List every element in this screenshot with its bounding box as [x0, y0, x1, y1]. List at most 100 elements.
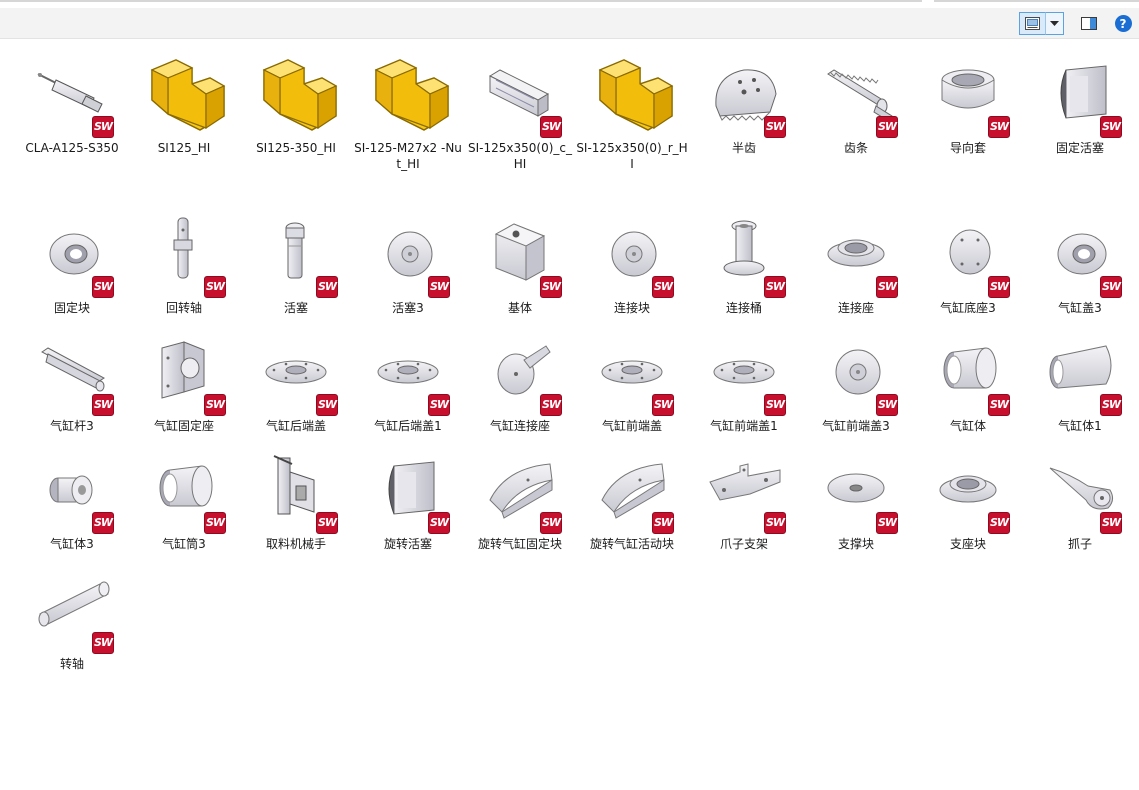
file-name-label: 气缸筒3 — [162, 537, 206, 551]
chevron-down-icon — [1050, 20, 1059, 26]
solidworks-badge-icon: SW — [316, 276, 338, 298]
file-thumbnail — [140, 50, 228, 138]
file-name-label: 气缸前端盖 — [601, 419, 662, 433]
solidworks-badge-icon: SW — [204, 512, 226, 534]
file-thumbnail: SW — [476, 50, 564, 138]
solidworks-badge-icon: SW — [876, 394, 898, 416]
file-item[interactable]: SW 气缸盖3 — [1024, 210, 1136, 328]
file-item[interactable]: SW 基体 — [464, 210, 576, 328]
help-icon: ? — [1114, 15, 1132, 32]
help-button[interactable]: ? — [1111, 12, 1135, 35]
file-item[interactable]: SW CLA-A125-S350 — [16, 50, 128, 168]
file-name-label: CLA-A125-S350 — [25, 141, 119, 155]
file-item[interactable]: SW 气缸体1 — [1024, 328, 1136, 446]
file-item[interactable]: SW 气缸体 — [912, 328, 1024, 446]
solidworks-badge-icon: SW — [540, 276, 562, 298]
file-item[interactable]: SW 气缸前端盖1 — [688, 328, 800, 446]
file-list-pane[interactable]: SW CLA-A125-S350 SI125_HI SI125-350_HI SI… — [0, 40, 1139, 790]
window-top-edge — [0, 0, 1139, 8]
file-name-label: 基体 — [507, 301, 532, 315]
file-item[interactable]: SW 齿条 — [800, 50, 912, 168]
file-name-label: 气缸体 — [949, 419, 986, 433]
yellow-part-icon — [374, 59, 450, 131]
change-view-button[interactable] — [1019, 12, 1046, 35]
file-item[interactable]: SW 旋转气缸固定块 — [464, 446, 576, 564]
file-thumbnail: SW — [476, 210, 564, 298]
file-name-label: 固定块 — [53, 301, 90, 315]
file-item[interactable]: SI-125x350(0)_r_HI — [576, 50, 688, 171]
file-item[interactable]: SI-125-M27x2 -Nut_HI — [352, 50, 464, 171]
file-thumbnail: SW — [1036, 210, 1124, 298]
file-thumbnail: SW — [924, 328, 1012, 416]
file-item[interactable]: SW 活塞 — [240, 210, 352, 328]
solidworks-badge-icon: SW — [92, 116, 114, 138]
file-item[interactable]: SW 回转轴 — [128, 210, 240, 328]
file-name-label: 活塞3 — [392, 301, 424, 315]
file-thumbnail: SW — [1036, 50, 1124, 138]
file-name-label: 气缸杆3 — [50, 419, 94, 433]
file-thumbnail: SW — [1036, 328, 1124, 416]
file-item[interactable]: SW 取料机械手 — [240, 446, 352, 564]
file-item[interactable]: SW 气缸固定座 — [128, 328, 240, 446]
solidworks-badge-icon: SW — [92, 276, 114, 298]
file-item[interactable]: SI125_HI — [128, 50, 240, 168]
file-thumbnail: SW — [924, 210, 1012, 298]
file-item[interactable]: SW 气缸体3 — [16, 446, 128, 564]
file-item[interactable]: SW 气缸前端盖 — [576, 328, 688, 446]
file-name-label: 气缸后端盖 — [265, 419, 326, 433]
file-name-label: 旋转活塞 — [383, 537, 432, 551]
file-item[interactable]: SW 气缸后端盖 — [240, 328, 352, 446]
solidworks-badge-icon: SW — [988, 116, 1010, 138]
file-item[interactable]: SW 气缸后端盖1 — [352, 328, 464, 446]
file-thumbnail: SW — [476, 446, 564, 534]
solidworks-badge-icon: SW — [316, 394, 338, 416]
file-item[interactable]: SW 气缸底座3 — [912, 210, 1024, 328]
file-item[interactable]: SW 气缸连接座 — [464, 328, 576, 446]
solidworks-badge-icon: SW — [876, 116, 898, 138]
file-item[interactable]: SW 气缸前端盖3 — [800, 328, 912, 446]
file-item[interactable]: SW 转轴 — [16, 566, 128, 684]
file-name-label: 半齿 — [731, 141, 756, 155]
yellow-part-icon — [150, 59, 226, 131]
file-item[interactable]: SW 气缸杆3 — [16, 328, 128, 446]
file-item[interactable]: SW 旋转活塞 — [352, 446, 464, 564]
file-thumbnail: SW — [924, 50, 1012, 138]
file-item[interactable]: SW 连接桶 — [688, 210, 800, 328]
file-name-label: 连接座 — [837, 301, 874, 315]
file-item[interactable]: SW 活塞3 — [352, 210, 464, 328]
preview-pane-button[interactable] — [1076, 12, 1102, 35]
file-name-label: SI125_HI — [157, 141, 211, 155]
file-thumbnail: SW — [140, 328, 228, 416]
file-item[interactable]: SW 抓子 — [1024, 446, 1136, 564]
file-name-label: 取料机械手 — [265, 537, 326, 551]
file-name-label: 连接块 — [613, 301, 650, 315]
file-name-label: 导向套 — [949, 141, 986, 155]
view-options-dropdown[interactable] — [1045, 12, 1064, 35]
file-item[interactable]: SW 半齿 — [688, 50, 800, 168]
file-item[interactable]: SW 支座块 — [912, 446, 1024, 564]
solidworks-badge-icon: SW — [764, 276, 786, 298]
file-item[interactable]: SW SI-125x350(0)_c_HI — [464, 50, 576, 171]
file-item[interactable]: SW 连接块 — [576, 210, 688, 328]
file-thumbnail: SW — [252, 210, 340, 298]
file-name-label: 连接桶 — [725, 301, 762, 315]
file-item[interactable]: SW 导向套 — [912, 50, 1024, 168]
file-item[interactable]: SW 旋转气缸活动块 — [576, 446, 688, 564]
solidworks-badge-icon: SW — [652, 276, 674, 298]
solidworks-badge-icon: SW — [428, 512, 450, 534]
file-name-label: 齿条 — [843, 141, 868, 155]
divider — [0, 0, 922, 2]
solidworks-badge-icon: SW — [1100, 394, 1122, 416]
file-item[interactable]: SW 气缸筒3 — [128, 446, 240, 564]
file-thumbnail: SW — [364, 328, 452, 416]
file-thumbnail: SW — [28, 328, 116, 416]
large-icons-view-icon — [1025, 17, 1040, 30]
file-item[interactable]: SI125-350_HI — [240, 50, 352, 168]
solidworks-badge-icon: SW — [540, 394, 562, 416]
file-item[interactable]: SW 连接座 — [800, 210, 912, 328]
file-item[interactable]: SW 固定活塞 — [1024, 50, 1136, 168]
file-item[interactable]: SW 固定块 — [16, 210, 128, 328]
file-item[interactable]: SW 爪子支架 — [688, 446, 800, 564]
file-name-label: 气缸固定座 — [153, 419, 214, 433]
file-item[interactable]: SW 支撑块 — [800, 446, 912, 564]
